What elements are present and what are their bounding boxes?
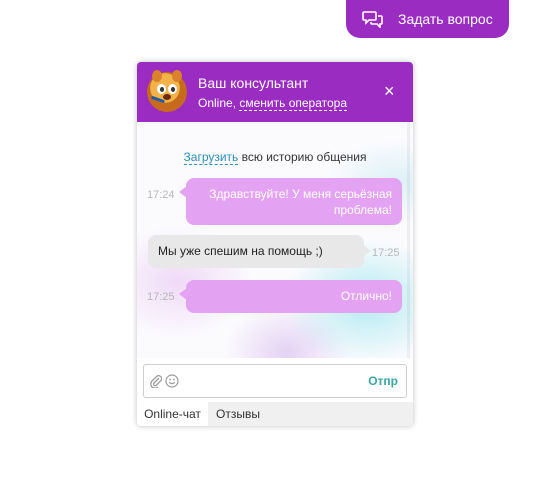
chat-bubbles-icon	[362, 11, 383, 28]
chat-messages-area[interactable]: Загрузить всю историю общения 17:24 Здра…	[137, 122, 413, 358]
user-message: Здравствуйте! У меня серьёзная проблема!	[179, 178, 402, 225]
message-time: 17:25	[372, 247, 400, 259]
smiley-icon[interactable]	[165, 374, 179, 390]
change-operator-link[interactable]: сменить оператора	[239, 96, 348, 111]
ask-question-button[interactable]: Задать вопрос	[346, 0, 509, 38]
user-message: Отлично!	[179, 280, 402, 313]
chat-header: Ваш консультант Online, сменить оператор…	[137, 62, 413, 122]
operator-avatar	[147, 70, 187, 112]
ask-question-label: Задать вопрос	[398, 11, 493, 27]
online-status: Online,	[198, 96, 240, 110]
load-history-text: всю историю общения	[238, 150, 367, 164]
message-time: 17:25	[147, 291, 175, 303]
tab-online-chat[interactable]: Online-чат	[137, 402, 208, 426]
operator-status: Online, сменить оператора	[198, 96, 348, 111]
message-time: 17:24	[147, 189, 175, 201]
tab-reviews[interactable]: Отзывы	[216, 402, 260, 426]
paperclip-icon[interactable]	[150, 374, 163, 390]
operator-message: Мы уже спешим на помощь ;)	[148, 235, 371, 268]
load-history-link[interactable]: Загрузить	[183, 150, 239, 165]
chat-widget: Ваш консультант Online, сменить оператор…	[137, 62, 413, 426]
close-icon[interactable]: ×	[384, 82, 395, 100]
message-input[interactable]	[186, 371, 360, 393]
send-button[interactable]: Отпр	[368, 374, 398, 388]
load-history: Загрузить всю историю общения	[137, 150, 413, 165]
message-composer: Отпр	[143, 364, 407, 398]
chat-tabs: Online-чат Отзывы	[137, 402, 413, 426]
consultant-title: Ваш консультант	[198, 75, 309, 91]
